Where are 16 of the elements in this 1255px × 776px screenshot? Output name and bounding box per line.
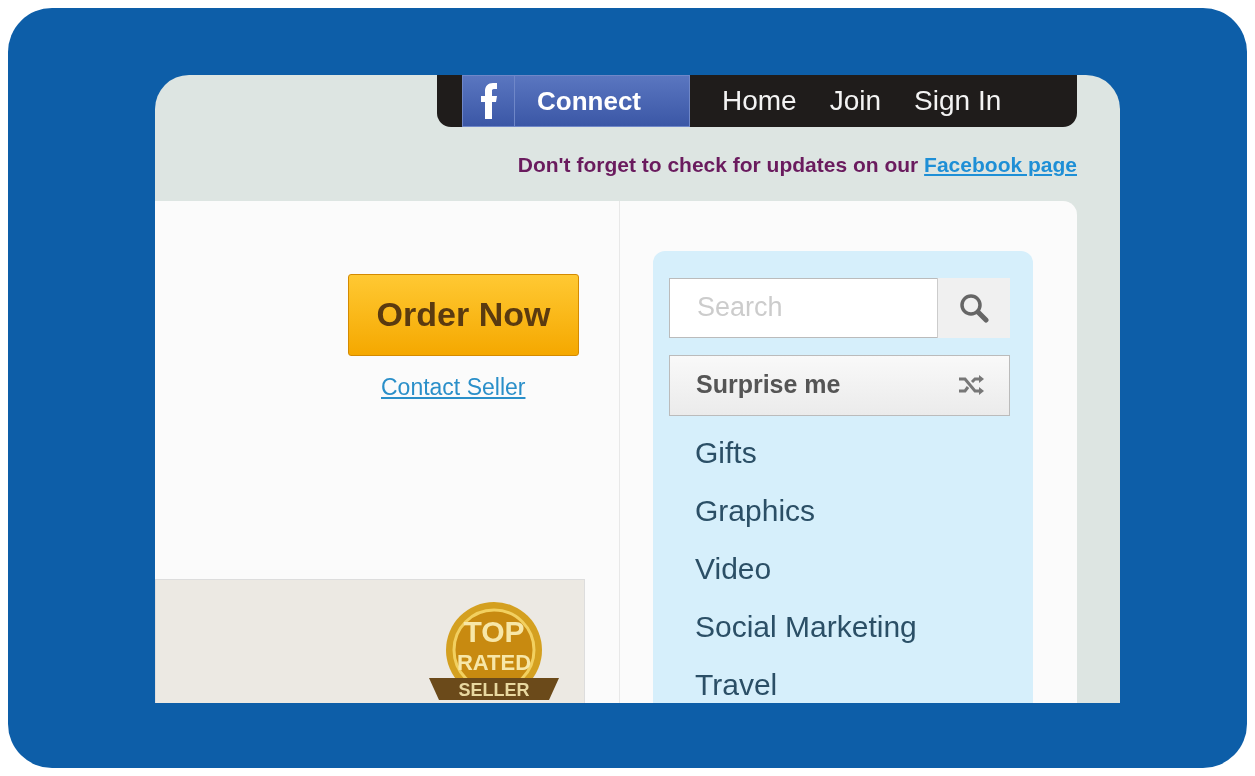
category-link[interactable]: Travel [669, 655, 1010, 703]
category-link[interactable]: Gifts [669, 423, 1010, 482]
facebook-connect-button[interactable]: Connect [462, 75, 690, 127]
search-button[interactable] [937, 277, 1010, 338]
category-link[interactable]: Social Marketing [669, 597, 1010, 656]
shuffle-icon [958, 375, 984, 395]
order-now-button[interactable]: Order Now [348, 273, 579, 356]
nav-link[interactable]: Home [722, 80, 797, 122]
nav-link[interactable]: Sign In [914, 80, 1002, 122]
category-link[interactable]: Video [669, 539, 1010, 598]
facebook-icon [479, 83, 498, 119]
category-link[interactable]: Graphics [669, 481, 1010, 540]
notice-text: Don't forget to check for updates on our Facebook page [517, 152, 1077, 178]
nav-link[interactable]: Join [829, 80, 882, 122]
search-icon [959, 292, 989, 323]
surprise-me-button[interactable]: Surprise me [669, 354, 1010, 416]
